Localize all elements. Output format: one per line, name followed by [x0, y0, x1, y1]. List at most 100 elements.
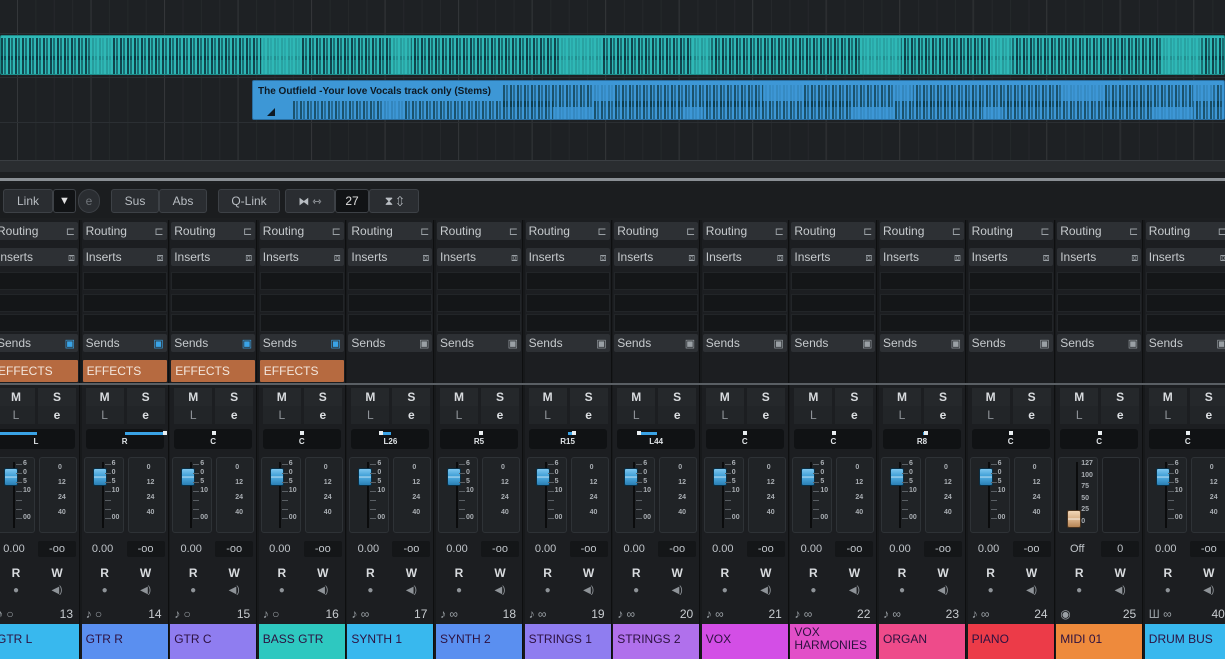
- record-enable-icon[interactable]: ●: [351, 584, 389, 598]
- insert-slot[interactable]: [968, 294, 1053, 312]
- volume-fader-track[interactable]: 6 0 5 10 00: [172, 457, 213, 533]
- peak-readout[interactable]: -oo: [924, 541, 962, 557]
- inserts-header[interactable]: Inserts ⧈: [171, 248, 256, 266]
- volume-fader-track[interactable]: 6 0 5 10 00: [615, 457, 656, 533]
- inserts-bypass-icon[interactable]: ⧈: [511, 249, 518, 267]
- read-automation-button[interactable]: R: [529, 564, 567, 582]
- write-automation-button[interactable]: W: [215, 564, 253, 582]
- edit-channel-button[interactable]: e: [1189, 406, 1225, 424]
- peak-readout[interactable]: -oo: [38, 541, 76, 557]
- insert-slot[interactable]: [259, 294, 344, 312]
- edit-channel-button[interactable]: e: [1012, 406, 1051, 424]
- routing-header[interactable]: Routing ⊏: [171, 222, 256, 240]
- sends-monitor-icon[interactable]: ▣: [951, 335, 961, 353]
- volume-fader-handle[interactable]: [801, 468, 816, 486]
- record-enable-icon[interactable]: ●: [883, 584, 921, 598]
- routing-header[interactable]: Routing ⊏: [437, 222, 521, 240]
- routing-header[interactable]: Routing ⊏: [880, 222, 964, 240]
- listen-button[interactable]: L: [85, 406, 124, 424]
- volume-readout[interactable]: Off: [1058, 541, 1096, 557]
- listen-button[interactable]: L: [971, 406, 1010, 424]
- edit-channel-button[interactable]: e: [303, 406, 342, 424]
- routing-icon[interactable]: ⊏: [1040, 223, 1049, 241]
- sends-header[interactable]: Sends ▣: [791, 334, 876, 353]
- routing-header[interactable]: Routing ⊏: [1145, 222, 1225, 240]
- send-effects-slot[interactable]: EFFECTS: [82, 360, 167, 382]
- volume-fader-track[interactable]: 6 0 5 10 00: [969, 457, 1010, 533]
- inserts-bypass-icon[interactable]: ⧈: [865, 249, 872, 267]
- channel-name[interactable]: ORGAN: [879, 624, 965, 659]
- volume-fader-handle[interactable]: [712, 468, 727, 486]
- peak-readout[interactable]: -oo: [835, 541, 874, 557]
- edit-channel-button[interactable]: e: [746, 406, 785, 424]
- volume-fader-track[interactable]: 6 0 5 10 00: [83, 457, 124, 533]
- routing-header[interactable]: Routing ⊏: [348, 222, 433, 241]
- inserts-bypass-icon[interactable]: ⧈: [422, 249, 429, 267]
- insert-slot[interactable]: [437, 272, 521, 290]
- mute-button[interactable]: M: [174, 388, 213, 406]
- monitor-speaker-icon[interactable]: ◀): [835, 584, 873, 598]
- abs-button[interactable]: Abs: [159, 189, 207, 213]
- inserts-header[interactable]: Inserts ⧈: [0, 248, 78, 266]
- volume-fader-track[interactable]: 6 0 5 10 00: [0, 457, 35, 533]
- pan-control[interactable]: R5: [440, 429, 518, 449]
- volume-fader-handle[interactable]: [92, 468, 107, 486]
- monitor-speaker-icon[interactable]: ◀): [747, 584, 785, 598]
- solo-button[interactable]: S: [924, 388, 962, 406]
- insert-slot[interactable]: [702, 294, 787, 312]
- volume-fader-track[interactable]: 6 0 5 10 00: [349, 457, 390, 533]
- write-automation-button[interactable]: W: [1190, 564, 1225, 582]
- read-automation-button[interactable]: R: [263, 564, 301, 582]
- edit-channel-button[interactable]: e: [569, 406, 608, 424]
- mute-button[interactable]: M: [0, 388, 35, 406]
- channel-name[interactable]: VOX HARMONIES: [790, 624, 877, 659]
- insert-slot[interactable]: [968, 272, 1053, 290]
- inserts-header[interactable]: Inserts ⧈: [614, 248, 699, 266]
- record-enable-icon[interactable]: ●: [529, 584, 567, 598]
- insert-slot[interactable]: [259, 314, 344, 332]
- sends-monitor-icon[interactable]: ▣: [242, 335, 252, 353]
- insert-slot[interactable]: [880, 314, 964, 332]
- record-enable-icon[interactable]: ●: [440, 584, 478, 598]
- volume-fader-handle[interactable]: [4, 468, 18, 486]
- sends-monitor-icon[interactable]: ▣: [1128, 335, 1138, 353]
- send-effects-slot[interactable]: EFFECTS: [0, 360, 78, 382]
- listen-button[interactable]: L: [794, 406, 833, 424]
- sends-monitor-icon[interactable]: ▣: [685, 335, 695, 353]
- sends-header[interactable]: Sends ▣: [348, 334, 433, 352]
- volume-fader-track[interactable]: 6 0 5 10 00: [881, 457, 921, 533]
- inserts-header[interactable]: Inserts ⧈: [791, 248, 876, 267]
- peak-readout[interactable]: -oo: [392, 541, 431, 557]
- inserts-header[interactable]: Inserts ⧈: [259, 248, 344, 266]
- write-automation-button[interactable]: W: [38, 564, 76, 582]
- monitor-speaker-icon[interactable]: ◀): [38, 584, 76, 598]
- routing-icon[interactable]: ⊏: [420, 223, 429, 241]
- mute-button[interactable]: M: [883, 388, 921, 406]
- insert-slot[interactable]: [614, 272, 699, 290]
- listen-button[interactable]: L: [174, 406, 213, 424]
- edit-channel-button[interactable]: e: [215, 406, 254, 424]
- pan-control[interactable]: L: [0, 429, 75, 449]
- sends-header[interactable]: Sends ▣: [968, 334, 1053, 352]
- peak-readout[interactable]: 0: [1101, 541, 1140, 557]
- record-enable-icon[interactable]: ●: [972, 584, 1010, 598]
- volume-fader-track[interactable]: 6 0 5 10 00: [526, 457, 567, 533]
- solo-button[interactable]: S: [392, 388, 431, 406]
- solo-button[interactable]: S: [481, 388, 519, 406]
- inserts-bypass-icon[interactable]: ⧈: [1220, 249, 1225, 267]
- solo-button[interactable]: S: [1012, 388, 1051, 406]
- insert-slot[interactable]: [525, 314, 610, 332]
- volume-readout[interactable]: 0.00: [615, 541, 653, 557]
- link-dropdown-icon[interactable]: ▼: [53, 189, 76, 213]
- sends-monitor-icon[interactable]: ▣: [862, 335, 872, 353]
- sends-monitor-icon[interactable]: ▣: [508, 335, 518, 353]
- insert-slot[interactable]: [1057, 294, 1142, 312]
- insert-slot[interactable]: [1057, 314, 1142, 332]
- solo-button[interactable]: S: [835, 388, 874, 406]
- insert-slot[interactable]: [702, 314, 787, 332]
- volume-readout[interactable]: 0.00: [84, 541, 122, 557]
- send-effects-slot[interactable]: EFFECTS: [171, 360, 256, 382]
- read-automation-button[interactable]: R: [706, 564, 744, 582]
- sus-button[interactable]: Sus: [111, 189, 159, 213]
- read-automation-button[interactable]: R: [174, 564, 212, 582]
